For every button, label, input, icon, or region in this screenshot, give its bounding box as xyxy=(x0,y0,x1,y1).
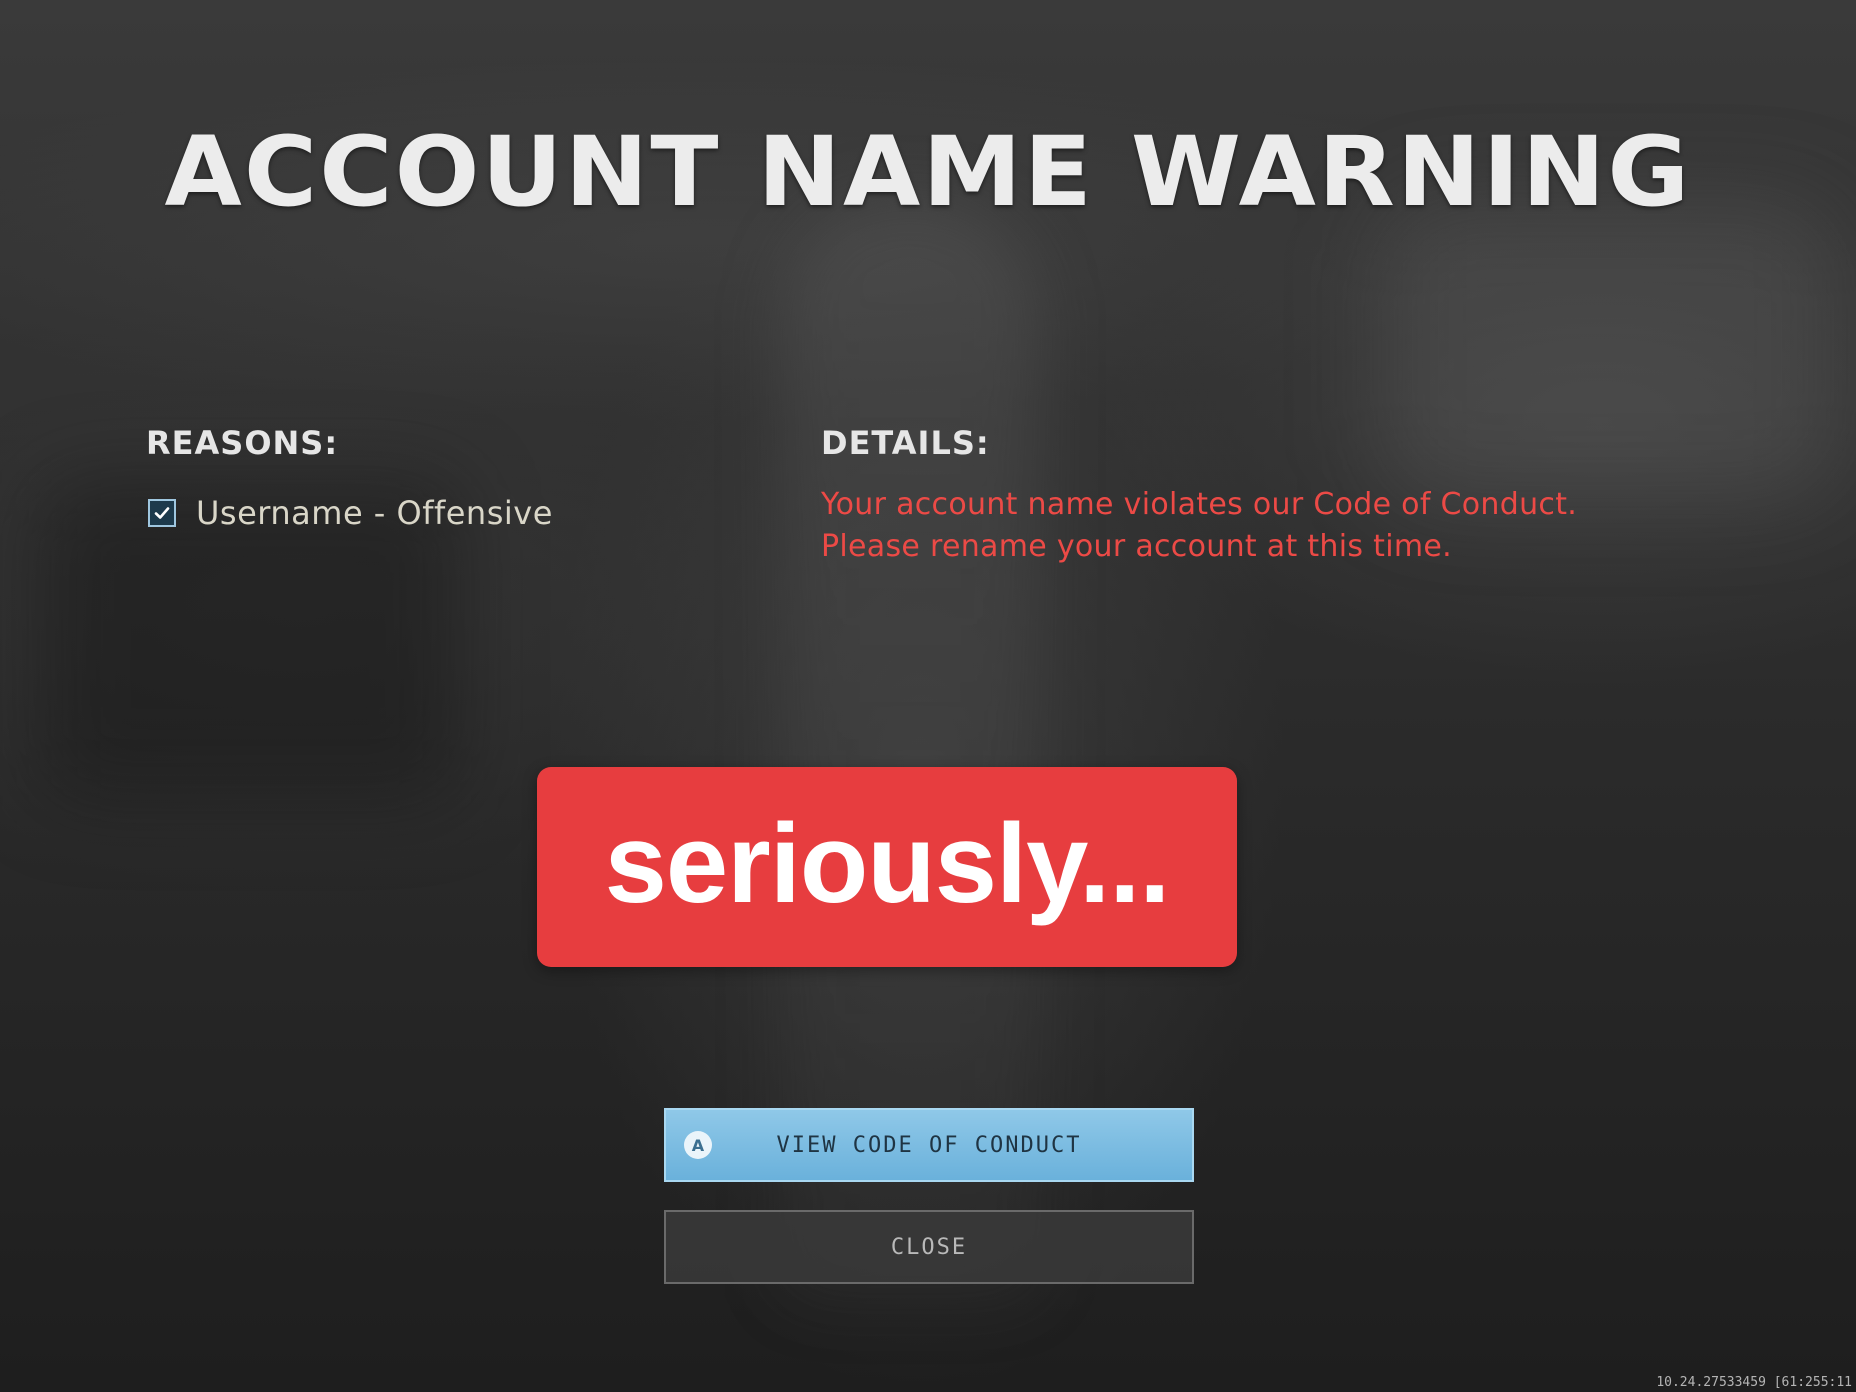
details-heading: DETAILS: xyxy=(821,424,990,462)
build-version-info: 10.24.27533459 [61:255:11 xyxy=(1656,1375,1852,1390)
view-code-of-conduct-button[interactable]: A VIEW CODE OF CONDUCT xyxy=(664,1108,1194,1182)
view-code-of-conduct-label: VIEW CODE OF CONDUCT xyxy=(776,1132,1082,1158)
background-blur-shape xyxy=(1380,200,1840,500)
reason-label: Username - Offensive xyxy=(196,494,553,532)
account-name-warning-screen: ACCOUNT NAME WARNING REASONS: Username -… xyxy=(0,0,1856,1392)
reaction-overlay-card: seriously... xyxy=(537,767,1237,967)
details-message: Your account name violates our Code of C… xyxy=(821,487,1578,564)
reasons-heading: REASONS: xyxy=(146,424,339,462)
reason-item: Username - Offensive xyxy=(148,494,553,532)
reason-checkbox xyxy=(148,499,176,527)
page-title: ACCOUNT NAME WARNING xyxy=(164,116,1692,228)
controller-a-button-icon: A xyxy=(684,1131,712,1159)
close-button[interactable]: CLOSE xyxy=(664,1210,1194,1284)
reaction-overlay-text: seriously... xyxy=(604,800,1171,926)
checkmark-icon xyxy=(154,507,170,519)
close-button-label: CLOSE xyxy=(890,1234,968,1260)
